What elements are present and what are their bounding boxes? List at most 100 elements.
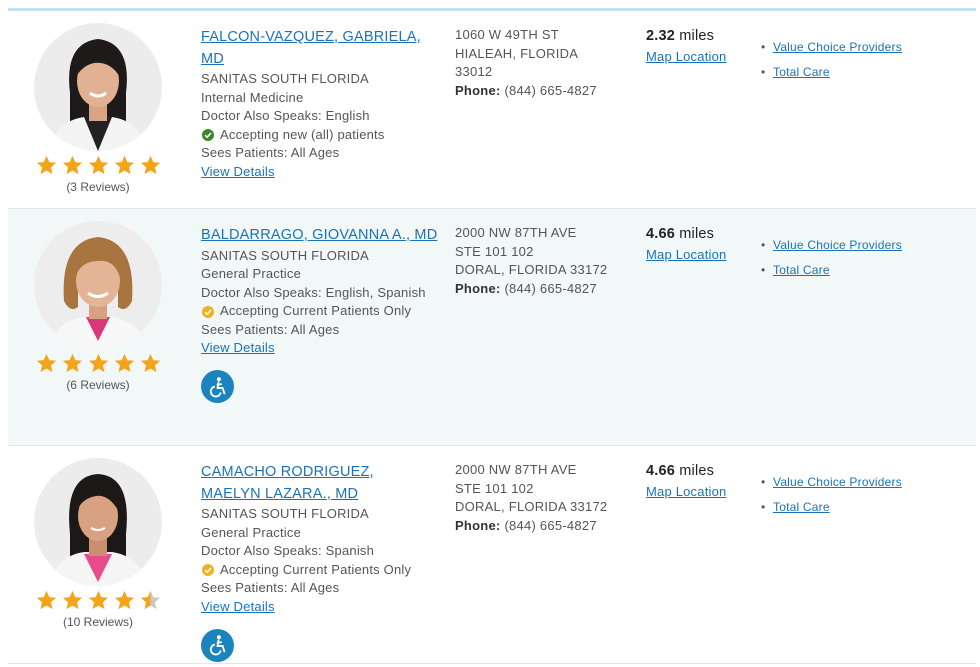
- provider-networks: Value Choice Providers Total Care: [760, 474, 975, 524]
- map-location-link[interactable]: Map Location: [646, 484, 726, 499]
- provider-photo: [34, 458, 162, 586]
- accepting-status: Accepting new (all) patients: [201, 126, 441, 145]
- phone-label: Phone:: [455, 280, 501, 296]
- address-line-3: DORAL, FLORIDA 33172: [455, 499, 608, 515]
- provider-row: (10 Reviews) CAMACHO RODRIGUEZ, MAELYN L…: [8, 446, 976, 664]
- phone-number: (844) 665-4827: [504, 82, 597, 98]
- address-line-2: STE 101 102: [455, 243, 534, 259]
- distance-value: 2.32: [646, 28, 676, 44]
- provider-group: SANITAS SOUTH FLORIDA: [201, 506, 369, 521]
- star-icon: [88, 591, 108, 609]
- provider-languages: Doctor Also Speaks: Spanish: [201, 543, 375, 559]
- view-details-link[interactable]: View Details: [201, 599, 275, 614]
- provider-photo: [34, 23, 162, 151]
- star-icon: [114, 354, 134, 372]
- distance: 2.32 miles: [646, 27, 756, 47]
- provider-group: SANITAS SOUTH FLORIDA: [201, 71, 369, 86]
- distance-unit: miles: [679, 28, 715, 44]
- phone: Phone: (844) 665-4827: [455, 82, 630, 101]
- accepting-status: Accepting Current Patients Only: [201, 561, 441, 580]
- distance-value: 4.66: [646, 463, 676, 479]
- provider-row: (3 Reviews) FALCON-VAZQUEZ, GABRIELA, MD…: [8, 11, 976, 209]
- provider-photo-column: (6 Reviews): [33, 221, 163, 392]
- provider-ages: Sees Patients: All Ages: [201, 321, 340, 337]
- network-link[interactable]: Total Care: [773, 263, 830, 277]
- address-line-1: 1060 W 49TH ST: [455, 27, 559, 42]
- wheelchair-accessible-icon[interactable]: [201, 370, 234, 404]
- alert-circle-icon: [202, 305, 214, 318]
- star-icon: [114, 156, 134, 174]
- provider-row: (6 Reviews) BALDARRAGO, GIOVANNA A., MD …: [8, 209, 976, 446]
- star-icon: [88, 156, 108, 174]
- star-icon: [140, 156, 160, 174]
- rating-stars: [33, 590, 163, 612]
- accepting-status-text: Accepting Current Patients Only: [220, 561, 412, 577]
- network-link[interactable]: Value Choice Providers: [773, 40, 902, 54]
- provider-specialty: General Practice: [201, 524, 302, 540]
- review-count: (3 Reviews): [66, 180, 130, 194]
- provider-specialty: General Practice: [201, 266, 302, 282]
- provider-info: FALCON-VAZQUEZ, GABRIELA, MD SANITAS SOU…: [201, 27, 441, 182]
- address-line-3: 33012: [455, 64, 493, 80]
- address-line-1: 2000 NW 87TH AVE: [455, 462, 577, 477]
- distance-value: 4.66: [646, 226, 676, 242]
- wheelchair-accessible-icon[interactable]: [201, 628, 234, 662]
- star-icon: [36, 156, 56, 174]
- phone-number: (844) 665-4827: [504, 280, 597, 296]
- provider-address: 1060 W 49TH ST HIALEAH, FLORIDA 33012 Ph…: [455, 26, 630, 100]
- phone: Phone: (844) 665-4827: [455, 280, 630, 299]
- network-link[interactable]: Value Choice Providers: [773, 238, 902, 252]
- rating-stars: [33, 155, 163, 177]
- provider-ages: Sees Patients: All Ages: [201, 145, 340, 161]
- provider-info: BALDARRAGO, GIOVANNA A., MD SANITAS SOUT…: [201, 225, 441, 404]
- distance-unit: miles: [679, 463, 715, 479]
- view-details-link[interactable]: View Details: [201, 164, 275, 179]
- alert-circle-icon: [202, 564, 214, 577]
- star-icon: [62, 156, 82, 174]
- accepting-status-text: Accepting new (all) patients: [220, 126, 385, 142]
- provider-name-link[interactable]: CAMACHO RODRIGUEZ, MAELYN LAZARA., MD: [201, 462, 401, 505]
- provider-address: 2000 NW 87TH AVE STE 101 102 DORAL, FLOR…: [455, 461, 630, 535]
- phone-label: Phone:: [455, 82, 501, 98]
- distance-unit: miles: [679, 226, 715, 242]
- star-icon: [62, 591, 82, 609]
- network-item: Total Care: [760, 499, 975, 515]
- provider-distance: 4.66 miles Map Location: [646, 225, 756, 264]
- provider-ages: Sees Patients: All Ages: [201, 580, 340, 596]
- provider-networks: Value Choice Providers Total Care: [760, 237, 975, 287]
- network-item: Value Choice Providers: [760, 237, 975, 253]
- review-count: (6 Reviews): [66, 378, 130, 392]
- address-line-2: HIALEAH, FLORIDA: [455, 45, 579, 61]
- network-item: Value Choice Providers: [760, 39, 975, 55]
- network-link[interactable]: Total Care: [773, 65, 830, 79]
- rating-stars: [33, 353, 163, 375]
- provider-group: SANITAS SOUTH FLORIDA: [201, 247, 369, 263]
- network-item: Total Care: [760, 262, 975, 278]
- provider-address: 2000 NW 87TH AVE STE 101 102 DORAL, FLOR…: [455, 224, 630, 298]
- star-icon: [140, 354, 160, 372]
- network-link[interactable]: Value Choice Providers: [773, 475, 902, 489]
- accepting-status: Accepting Current Patients Only: [201, 302, 441, 321]
- provider-photo-column: (10 Reviews): [33, 458, 163, 629]
- network-item: Value Choice Providers: [760, 474, 975, 490]
- provider-name-link[interactable]: BALDARRAGO, GIOVANNA A., MD: [201, 225, 441, 247]
- map-location-link[interactable]: Map Location: [646, 49, 726, 64]
- provider-specialty: Internal Medicine: [201, 89, 304, 105]
- distance: 4.66 miles: [646, 225, 756, 245]
- provider-name-link[interactable]: FALCON-VAZQUEZ, GABRIELA, MD: [201, 27, 441, 70]
- star-icon: [114, 591, 134, 609]
- star-icon: [36, 591, 56, 609]
- provider-info: CAMACHO RODRIGUEZ, MAELYN LAZARA., MD SA…: [201, 462, 441, 662]
- distance: 4.66 miles: [646, 462, 756, 482]
- network-link[interactable]: Total Care: [773, 500, 830, 514]
- network-item: Total Care: [760, 64, 975, 80]
- star-icon: [140, 591, 160, 609]
- address-line-2: STE 101 102: [455, 480, 534, 496]
- address-line-1: 2000 NW 87TH AVE: [455, 225, 577, 240]
- provider-languages: Doctor Also Speaks: English: [201, 108, 370, 124]
- map-location-link[interactable]: Map Location: [646, 247, 726, 262]
- provider-distance: 2.32 miles Map Location: [646, 27, 756, 66]
- star-icon: [62, 354, 82, 372]
- view-details-link[interactable]: View Details: [201, 340, 275, 355]
- review-count: (10 Reviews): [62, 615, 134, 629]
